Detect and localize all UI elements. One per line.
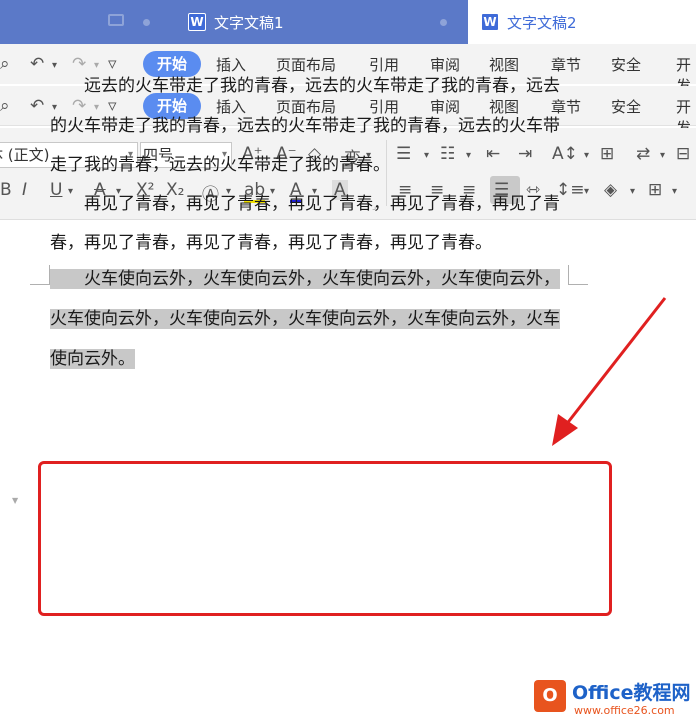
font-name-value: 宋体 (正文) <box>0 146 50 164</box>
chevron-down-icon[interactable]: ▾ <box>584 186 589 197</box>
margin-corner-top-right <box>568 265 588 285</box>
menu-security[interactable]: 安全 <box>611 96 641 117</box>
selected-text: 火车使向云外，火车使向云外，火车使向云外，火车使向云外，火车 <box>50 309 560 329</box>
bullet-list-icon[interactable]: ☰ <box>396 144 411 164</box>
selected-text: 使向云外。 <box>50 349 135 369</box>
dot-icon <box>440 19 447 26</box>
dot-icon <box>143 19 150 26</box>
paragraph-2-line-2: 春，再见了青春，再见了青春，再见了青春，再见了青春。 <box>50 233 492 253</box>
chevron-down-icon[interactable]: ▾ <box>466 150 471 161</box>
bold-icon[interactable]: B <box>0 180 12 200</box>
wps-writer-icon: W <box>481 13 499 31</box>
line-break-icon[interactable]: ⇄ <box>636 144 650 164</box>
chevron-down-icon[interactable]: ▾ <box>672 186 677 197</box>
print-preview-icon[interactable]: ⌕ <box>0 96 10 116</box>
numbered-list-icon[interactable]: ☷ <box>440 144 455 164</box>
annotation-arrow <box>552 297 667 446</box>
line-spacing-icon[interactable]: ↕≡ <box>556 180 585 200</box>
paragraph-3-line-2: 火车使向云外，火车使向云外，火车使向云外，火车使向云外，火车 <box>50 302 560 336</box>
collapse-paragraph-icon[interactable]: ▼ <box>12 496 18 505</box>
tab-document-1[interactable]: W 文字文稿1 <box>170 0 468 44</box>
monitor-icon <box>108 14 124 26</box>
chevron-down-icon[interactable]: ▾ <box>584 150 589 161</box>
tab-title: 文字文稿2 <box>507 13 577 32</box>
tab-home[interactable] <box>0 0 170 44</box>
watermark: O Office教程网 www.office26.com <box>530 672 696 725</box>
undo-icon[interactable]: ↶ <box>30 54 44 74</box>
shading-icon[interactable]: ◈ <box>604 180 617 200</box>
text-direction-icon[interactable]: A↕ <box>552 144 578 164</box>
table-icon[interactable]: ⊟ <box>676 144 690 164</box>
paragraph-1-line-1: 远去的火车带走了我的青春，远去的火车带走了我的青春，远去 <box>50 76 560 96</box>
watermark-brand: Office教程网 <box>572 682 691 704</box>
tab-title: 文字文稿1 <box>214 13 284 32</box>
tab-bar: W 文字文稿1 W 文字文稿2 <box>0 0 696 44</box>
tab-document-2[interactable]: W 文字文稿2 <box>468 0 696 44</box>
paragraph-1-line-3: 走了我的青春，远去的火车带走了我的青春。 <box>50 155 390 175</box>
highlight-box <box>38 461 612 616</box>
paragraph-1-line-2: 的火车带走了我的青春，远去的火车带走了我的青春，远去的火车带 <box>50 116 560 136</box>
italic-icon[interactable]: I <box>22 180 27 200</box>
menu-security[interactable]: 安全 <box>611 54 641 75</box>
paragraph-3-line-1: 火车使向云外，火车使向云外，火车使向云外，火车使向云外， <box>50 262 560 296</box>
undo-icon[interactable]: ↶ <box>30 96 44 116</box>
wps-writer-icon: W <box>188 13 206 31</box>
watermark-url: www.office26.com <box>574 704 675 717</box>
decrease-indent-icon[interactable]: ⇤ <box>486 144 500 164</box>
chevron-down-icon[interactable]: ▾ <box>424 150 429 161</box>
chevron-down-icon[interactable]: ▾ <box>630 186 635 197</box>
paragraph-3-line-3: 使向云外。 <box>50 342 135 376</box>
selected-text: 火车使向云外，火车使向云外，火车使向云外，火车使向云外， <box>50 269 560 289</box>
borders-icon[interactable]: ⊞ <box>648 180 662 200</box>
increase-indent-icon[interactable]: ⇥ <box>518 144 532 164</box>
paragraph-2-line-1: 再见了青春，再见了青春，再见了青春，再见了青春，再见了青 <box>50 194 560 214</box>
chevron-down-icon[interactable]: ▾ <box>660 150 665 161</box>
office-logo-icon: O <box>534 680 566 712</box>
chinese-layout-icon[interactable]: ⊞ <box>600 144 614 164</box>
margin-corner-top-left <box>30 265 50 285</box>
print-preview-icon[interactable]: ⌕ <box>0 54 10 74</box>
